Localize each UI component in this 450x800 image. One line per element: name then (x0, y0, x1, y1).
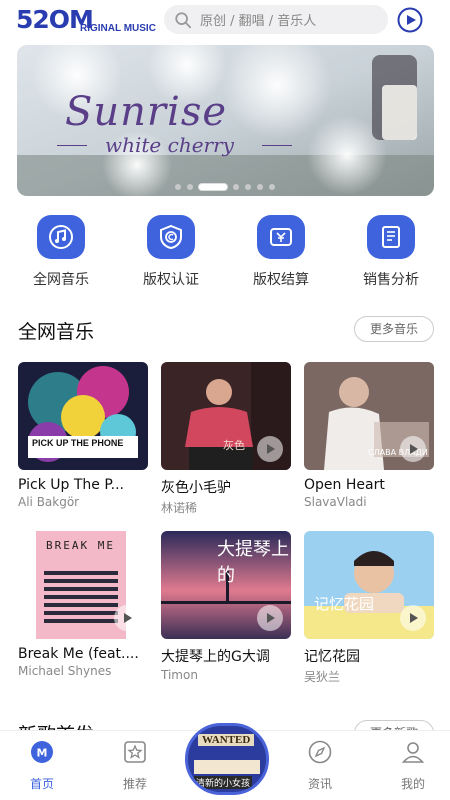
song-title: 记忆花园 (304, 649, 360, 665)
home-icon: M (31, 741, 53, 763)
nav-label: 资讯 (307, 777, 332, 791)
nav-item-recommend[interactable]: 推荐 (105, 739, 165, 792)
play-icon[interactable] (114, 605, 140, 631)
song-title: Open Heart (304, 477, 385, 493)
song-cover[interactable]: BREAK ME (18, 531, 148, 639)
cover-text: 灰色 (223, 439, 245, 452)
user-icon (401, 742, 425, 763)
song-title: 大提琴上的G大调 (161, 649, 270, 665)
play-icon[interactable] (400, 436, 426, 462)
section-title-all-music: 全网音乐 (18, 321, 95, 343)
song-cover[interactable]: PICK UP THE PHONE (18, 362, 148, 470)
song-title: Break Me (feat.... (18, 646, 139, 662)
banner-pagination (0, 184, 450, 190)
cover-text: BREAK ME (46, 539, 115, 552)
nav-label: 我的 (400, 777, 425, 791)
player-play-icon[interactable] (397, 7, 423, 33)
song-artist: Timon (161, 668, 198, 682)
now-playing-disc[interactable]: WANTED 清新的小女孩 (185, 723, 269, 795)
quick-item-copyright-cert[interactable]: 版权认证 (116, 215, 226, 289)
play-icon[interactable] (400, 605, 426, 631)
disc-top-text: WANTED (198, 734, 255, 746)
pagination-dot[interactable] (257, 184, 263, 190)
song-artist: Ali Bakgör (18, 495, 80, 509)
nav-item-news[interactable]: 资讯 (290, 739, 350, 792)
nav-item-home[interactable]: M 首页 (12, 739, 72, 792)
disc-song-label: 清新的小女孩 (194, 776, 253, 789)
song-title: Pick Up The P... (18, 477, 124, 493)
banner-divider-right (262, 145, 292, 146)
nav-item-mine[interactable]: 我的 (383, 739, 443, 792)
more-music-button[interactable]: 更多音乐 (354, 316, 434, 342)
compass-icon (308, 740, 332, 764)
app-logo[interactable]: 52OM RIGINAL MUSIC (16, 6, 156, 35)
pagination-dot[interactable] (187, 184, 193, 190)
search-bar[interactable]: 原创 / 翻唱 / 音乐人 (164, 5, 388, 34)
pagination-dot-active[interactable] (199, 184, 227, 190)
play-icon[interactable] (257, 436, 283, 462)
pagination-dot[interactable] (245, 184, 251, 190)
quick-item-sales-analysis[interactable]: 销售分析 (336, 215, 446, 289)
song-cover[interactable]: 大提琴上的 (161, 531, 291, 639)
banner-divider-left (57, 145, 87, 146)
pagination-dot[interactable] (269, 184, 275, 190)
music-note-icon (37, 215, 85, 259)
promo-banner[interactable]: Sunrise white cherry (17, 45, 434, 196)
song-artist: 吴狄兰 (304, 670, 341, 684)
yuan-wallet-icon (257, 215, 305, 259)
quick-label: 销售分析 (363, 272, 419, 288)
search-placeholder: 原创 / 翻唱 / 音乐人 (200, 14, 317, 29)
star-icon (124, 741, 146, 763)
song-artist: 林诺稀 (161, 501, 198, 515)
cover-art (18, 362, 148, 470)
ledger-book-icon (367, 215, 415, 259)
disc-artwork-band (194, 760, 260, 774)
cover-text: 大提琴上的 (217, 539, 289, 586)
song-card[interactable]: PICK UP THE PHONE Pick Up The P... Ali B… (18, 362, 148, 509)
quick-label: 版权认证 (143, 272, 199, 288)
song-card[interactable]: СЛАВА ВЛАДИ Open Heart SlavaVladi (304, 362, 434, 509)
nav-label: 推荐 (122, 777, 147, 791)
cover-text: PICK UP THE PHONE (32, 438, 124, 448)
search-icon (175, 11, 192, 28)
song-cover[interactable]: СЛАВА ВЛАДИ (304, 362, 434, 470)
song-card[interactable]: BREAK ME Break Me (feat.... Michael Shyn… (18, 531, 148, 678)
play-icon[interactable] (257, 605, 283, 631)
song-artist: SlavaVladi (304, 495, 367, 509)
quick-nav: 全网音乐 版权认证 版权结算 销售分析 (0, 215, 450, 290)
song-cover[interactable]: 灰色 (161, 362, 291, 470)
copyright-shield-icon (147, 215, 195, 259)
cover-text: 记忆花园 (314, 595, 375, 613)
pagination-dot[interactable] (233, 184, 239, 190)
quick-label: 全网音乐 (33, 272, 89, 288)
svg-text:M: M (37, 747, 48, 760)
song-cover[interactable]: 记忆花园 (304, 531, 434, 639)
song-artist: Michael Shynes (18, 664, 112, 678)
song-card[interactable]: 记忆花园 记忆花园 吴狄兰 (304, 531, 434, 685)
song-card[interactable]: 大提琴上的 大提琴上的G大调 Timon (161, 531, 291, 682)
quick-item-all-music[interactable]: 全网音乐 (6, 215, 116, 289)
pagination-dot[interactable] (175, 184, 181, 190)
song-title: 灰色小毛驴 (161, 480, 231, 496)
banner-subtitle: white cherry (105, 133, 234, 157)
quick-label: 版权结算 (253, 272, 309, 288)
top-header: 52OM RIGINAL MUSIC 原创 / 翻唱 / 音乐人 (0, 0, 450, 40)
banner-title: Sunrise (65, 89, 228, 135)
logo-tagline: RIGINAL MUSIC (80, 23, 156, 34)
nav-label: 首页 (29, 777, 54, 791)
quick-item-copyright-settlement[interactable]: 版权结算 (226, 215, 336, 289)
song-card[interactable]: 灰色 灰色小毛驴 林诺稀 (161, 362, 291, 516)
